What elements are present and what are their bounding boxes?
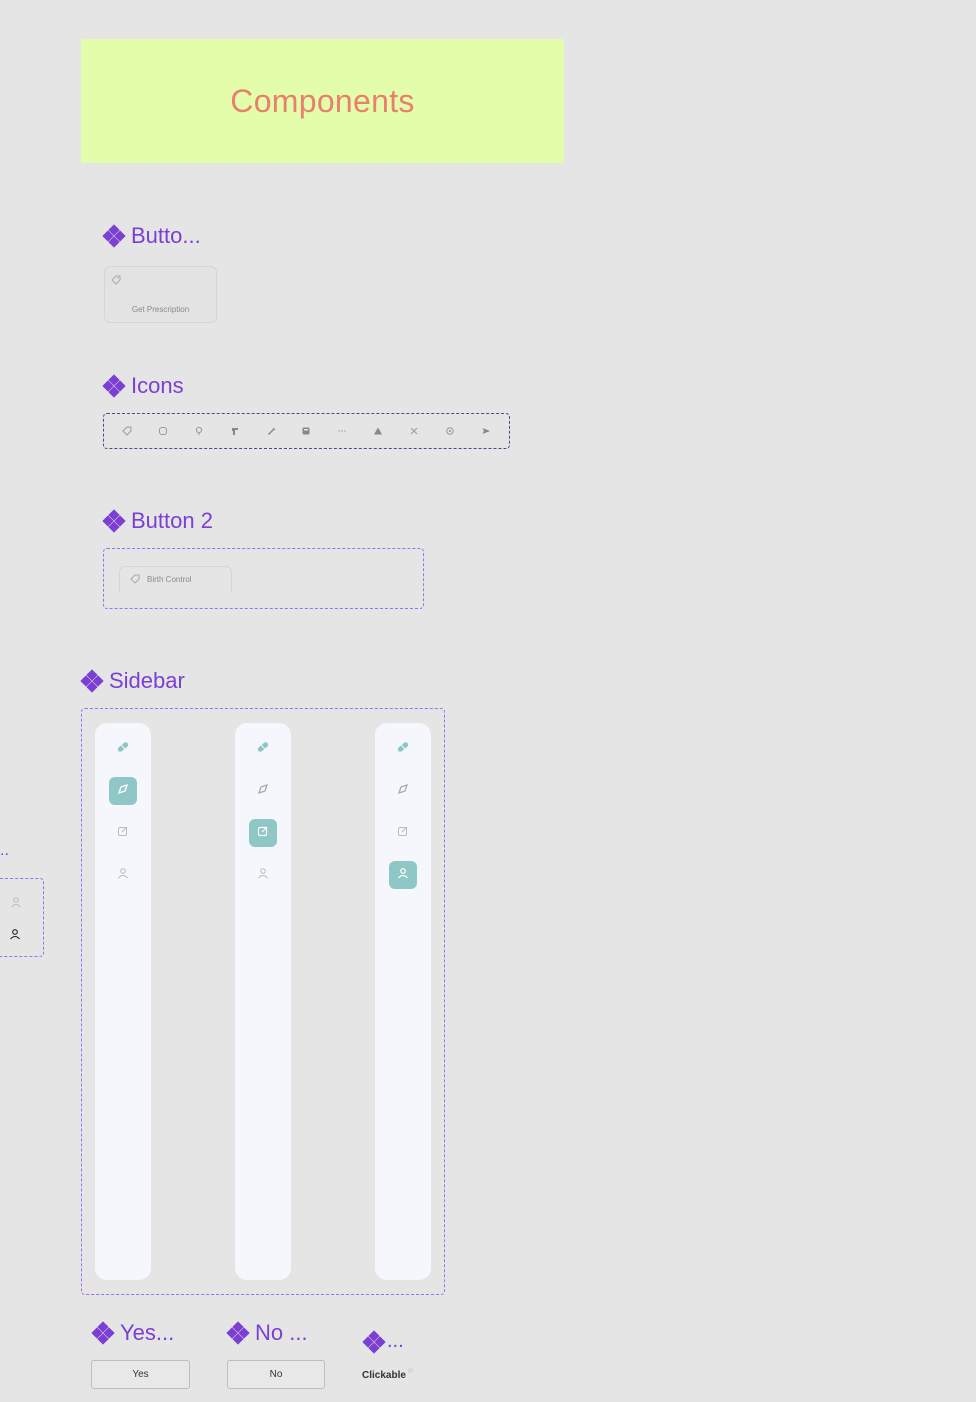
gear-icon[interactable] [445, 426, 455, 436]
calculator-icon[interactable] [301, 426, 311, 436]
component-title-icons[interactable]: Icons [102, 373, 184, 399]
get-prescription-button[interactable]: Get Prescription [104, 266, 217, 323]
component-icon [91, 1321, 115, 1345]
no-button[interactable]: No [227, 1360, 325, 1389]
triangle-icon[interactable] [373, 426, 383, 436]
pill-icon [396, 740, 410, 759]
clickable-indicator [408, 1368, 413, 1373]
ellipsis-icon[interactable] [337, 426, 347, 436]
sidebar-item-pill[interactable] [249, 735, 277, 763]
sidebar-item-compass[interactable] [109, 777, 137, 805]
component-title-clickable[interactable]: ... [362, 1329, 404, 1354]
sidebar-item-compass[interactable] [249, 777, 277, 805]
pill-icon [116, 740, 130, 759]
close-icon[interactable] [409, 426, 419, 436]
edit-icon [397, 824, 409, 842]
sidebar-variant-edit [235, 723, 291, 1280]
sidebar-item-profile[interactable] [249, 861, 277, 889]
sidebar-item-edit[interactable] [109, 819, 137, 847]
component-title-label: Butto... [131, 223, 201, 248]
syringe-icon[interactable] [266, 426, 276, 436]
component-icon [102, 509, 126, 533]
tag-icon[interactable] [122, 426, 132, 436]
send-icon[interactable] [481, 426, 491, 436]
component-title-label: Sidebar [109, 668, 185, 693]
component-icon [102, 224, 126, 248]
sidebar-item-compass[interactable] [389, 777, 417, 805]
profile-icon [117, 866, 129, 884]
sidebar-item-edit[interactable] [249, 819, 277, 847]
sidebar-item-profile[interactable] [389, 861, 417, 889]
component-title-label: Icons [131, 373, 184, 398]
component-title-no[interactable]: No ... [226, 1320, 308, 1346]
component-title-yes[interactable]: Yes... [91, 1320, 175, 1346]
icons-row [103, 413, 510, 449]
tag-icon [130, 571, 140, 589]
pill-icon [256, 740, 270, 759]
component-title-label: ... [387, 1330, 404, 1352]
component-title-label: Yes... [120, 1320, 175, 1345]
lightbulb-icon[interactable] [194, 426, 204, 436]
button-label: Get Prescription [131, 305, 190, 314]
component-title-button[interactable]: Butto... [102, 223, 201, 249]
component-icon [226, 1321, 250, 1345]
component-icon [362, 1329, 386, 1354]
edit-icon [117, 824, 129, 842]
page-title: Components [230, 82, 415, 119]
edit-icon [257, 824, 269, 842]
sidebar-item-edit[interactable] [389, 819, 417, 847]
clickable-label[interactable]: Clickable [362, 1370, 406, 1381]
component-icon [102, 374, 126, 398]
profile-icon[interactable] [9, 927, 21, 945]
button-label: Birth Control [147, 575, 192, 584]
component-title-sidebar[interactable]: Sidebar [80, 668, 185, 694]
tag-icon [111, 272, 121, 290]
component-icon [80, 669, 104, 693]
components-banner: Components [81, 39, 564, 163]
sidebar-variant-profile [375, 723, 431, 1280]
yes-button[interactable]: Yes [91, 1360, 190, 1389]
component-title-label: No ... [255, 1320, 308, 1345]
compass-icon [257, 782, 269, 800]
birth-control-button[interactable]: Birth Control [119, 566, 232, 592]
profile-icon [397, 866, 409, 884]
sidebar-variant-compass [95, 723, 151, 1280]
profile-icon[interactable] [10, 895, 22, 913]
sidebar-item-pill[interactable] [389, 735, 417, 763]
hand-icon[interactable] [230, 426, 240, 436]
compass-icon [397, 782, 409, 800]
compass-icon [117, 782, 129, 800]
chat-bubble-icon[interactable] [158, 426, 168, 436]
component-title-label: Button 2 [131, 508, 213, 533]
clipped-component-frame [0, 878, 44, 957]
sidebar-item-profile[interactable] [109, 861, 137, 889]
profile-icon [257, 866, 269, 884]
clipped-component-title: .. [0, 842, 9, 859]
component-title-button2[interactable]: Button 2 [102, 508, 213, 534]
sidebar-item-pill[interactable] [109, 735, 137, 763]
